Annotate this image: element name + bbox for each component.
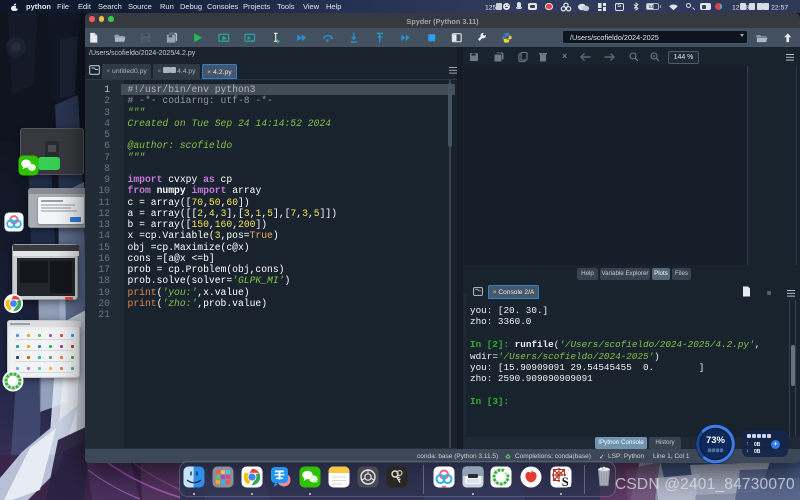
svg-text:S: S: [562, 475, 569, 488]
svg-text:73%: 73%: [706, 435, 726, 446]
